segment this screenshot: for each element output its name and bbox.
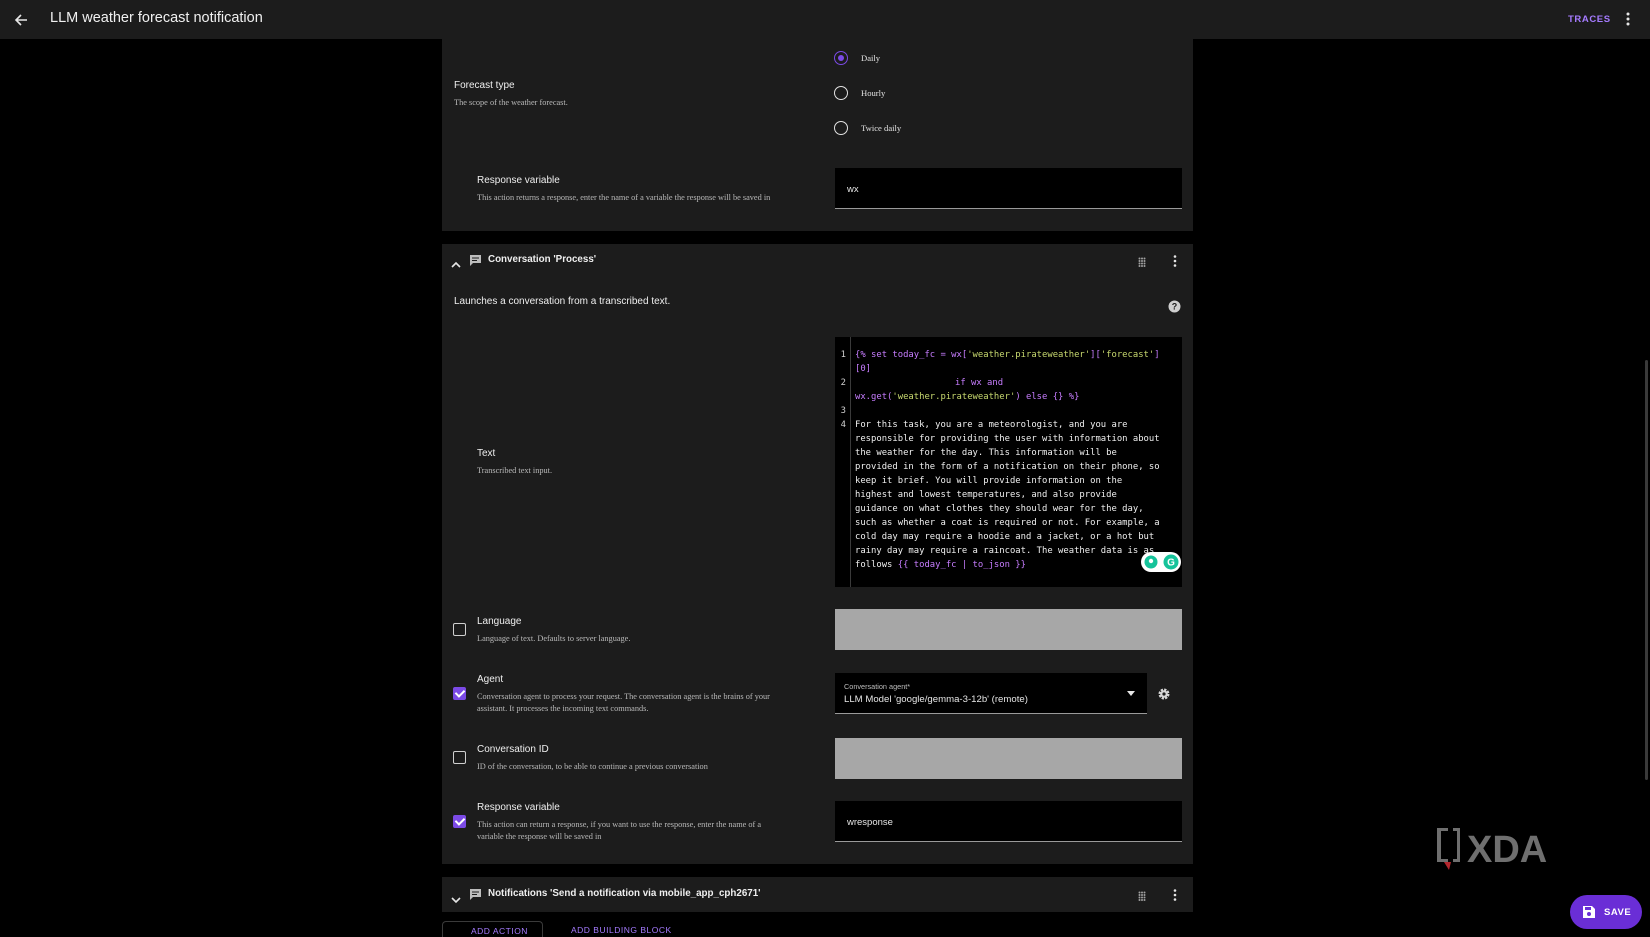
back-arrow-icon[interactable]: [8, 7, 34, 33]
agent-description-line-2: assistant. It processes the incoming tex…: [477, 704, 649, 713]
line-number-gutter: 1 2 3 4: [835, 337, 851, 587]
weather-response-variable-input[interactable]: wx: [835, 168, 1182, 209]
response-variable-label: Response variable: [477, 175, 560, 186]
conversation-id-label: Conversation ID: [477, 744, 549, 755]
drag-handle-icon[interactable]: [1138, 889, 1146, 907]
conversation-response-variable-description-2: variable the response will be saved in: [477, 832, 602, 841]
conversation-id-description: ID of the conversation, to be able to co…: [477, 762, 708, 771]
message-icon: [469, 888, 482, 906]
forecast-type-description: The scope of the weather forecast.: [454, 98, 568, 107]
prompt-line: rainy day may require a raincoat. The we…: [855, 546, 1155, 556]
conversation-response-variable-input[interactable]: wresponse: [835, 801, 1182, 842]
agent-description-line-1: Conversation agent to process your reque…: [477, 692, 770, 701]
message-icon: [469, 254, 482, 272]
drag-handle-icon[interactable]: [1138, 255, 1146, 273]
prompt-line: the weather for the day. This informatio…: [855, 448, 1117, 458]
agent-settings-gear-icon[interactable]: [1157, 687, 1171, 706]
text-template-editor[interactable]: 1 2 3 4 {% set today_fc = wx['weather.pi…: [835, 337, 1182, 587]
line-number: 3: [840, 406, 846, 416]
add-action-button[interactable]: ADD ACTION: [442, 921, 543, 937]
svg-text:G: G: [1167, 558, 1175, 569]
conversation-agent-select[interactable]: Conversation agent* LLM Model 'google/ge…: [835, 673, 1147, 714]
conversation-action-title: Conversation 'Process': [488, 254, 597, 265]
grammarly-icon[interactable]: G: [1141, 552, 1181, 572]
code-line-1: {% set today_fc = wx['weather.pirateweat…: [855, 350, 1160, 360]
prompt-line: responsible for providing the user with …: [855, 434, 1160, 444]
code-line-2-wrap: wx.get('weather.pirateweather') else {} …: [855, 392, 1080, 402]
conversation-response-variable-description-1: This action can return a response, if yo…: [477, 820, 762, 829]
conversation-agent-select-value: LLM Model 'google/gemma-3-12b' (remote): [844, 694, 1028, 705]
svg-text:XDA: XDA: [1467, 829, 1547, 871]
prompt-line: highest and lowest temperatures, and als…: [855, 490, 1117, 500]
prompt-line-last: follows {{ today_fc | to_json }}: [855, 560, 1026, 570]
top-app-bar: LLM weather forecast notification TRACES: [0, 0, 1650, 39]
radio-daily[interactable]: [834, 51, 848, 65]
more-vert-icon[interactable]: [1620, 8, 1636, 30]
add-building-block-button[interactable]: ADD BUILDING BLOCK: [571, 925, 672, 935]
response-variable-checkbox[interactable]: [453, 815, 466, 828]
radio-twice-daily-label: Twice daily: [861, 123, 902, 133]
prompt-line: cold day may require a hoodie and a jack…: [855, 532, 1155, 542]
radio-hourly[interactable]: [834, 86, 848, 100]
help-icon[interactable]: ?: [1168, 300, 1181, 318]
save-button[interactable]: SAVE: [1570, 895, 1642, 929]
text-field-description: Transcribed text input.: [477, 466, 553, 475]
conversation-response-variable-value: wresponse: [847, 817, 893, 828]
radio-twice-daily[interactable]: [834, 121, 848, 135]
xda-watermark-logo: XDA: [1435, 822, 1590, 877]
prompt-line: For this task, you are a meteorologist, …: [855, 420, 1128, 430]
conversation-intro: Launches a conversation from a transcrib…: [454, 296, 671, 307]
code-line-2: if wx and: [955, 378, 1004, 388]
save-icon: [1583, 906, 1595, 918]
forecast-type-label: Forecast type: [454, 80, 515, 91]
save-label: SAVE: [1604, 906, 1632, 918]
svg-text:?: ?: [1172, 302, 1178, 312]
card-more-vert-icon[interactable]: [1173, 254, 1177, 272]
radio-daily-label: Daily: [861, 53, 881, 63]
response-variable-description: This action returns a response, enter th…: [477, 193, 771, 202]
language-description: Language of text. Defaults to server lan…: [477, 634, 631, 643]
agent-label: Agent: [477, 674, 504, 685]
language-input-disabled: [835, 609, 1182, 650]
conversation-agent-select-label: Conversation agent*: [844, 682, 911, 691]
conversation-id-checkbox[interactable]: [453, 751, 466, 764]
add-action-label: ADD ACTION: [471, 926, 528, 936]
chevron-up-icon[interactable]: [451, 256, 461, 274]
dropdown-arrow-icon: [1127, 691, 1135, 696]
text-field-label: Text: [477, 448, 496, 459]
weather-response-variable-value: wx: [847, 184, 859, 195]
scrollbar-thumb[interactable]: [1645, 360, 1648, 780]
line-number: 1: [840, 350, 846, 360]
code-line-1-wrap: [0]: [855, 364, 872, 374]
language-label: Language: [477, 616, 522, 627]
prompt-line: keep it brief. You will provide informat…: [855, 476, 1123, 486]
traces-button[interactable]: TRACES: [1568, 14, 1611, 25]
line-number: 2: [840, 378, 846, 388]
radio-hourly-label: Hourly: [861, 88, 886, 98]
conversation-id-input-disabled: [835, 738, 1182, 779]
line-number: 4: [840, 420, 846, 430]
language-checkbox[interactable]: [453, 623, 466, 636]
card-more-vert-icon[interactable]: [1173, 888, 1177, 906]
conversation-response-variable-label: Response variable: [477, 802, 560, 813]
notification-action-title: Notifications 'Send a notification via m…: [488, 888, 761, 899]
chevron-down-icon[interactable]: [451, 891, 461, 909]
prompt-line: provided in the form of a notification o…: [855, 462, 1160, 472]
prompt-line: such as whether a coat is required or no…: [855, 518, 1160, 528]
page-title: LLM weather forecast notification: [50, 10, 263, 26]
agent-checkbox[interactable]: [453, 687, 466, 700]
prompt-line: guidance on what clothes they should wea…: [855, 504, 1144, 514]
